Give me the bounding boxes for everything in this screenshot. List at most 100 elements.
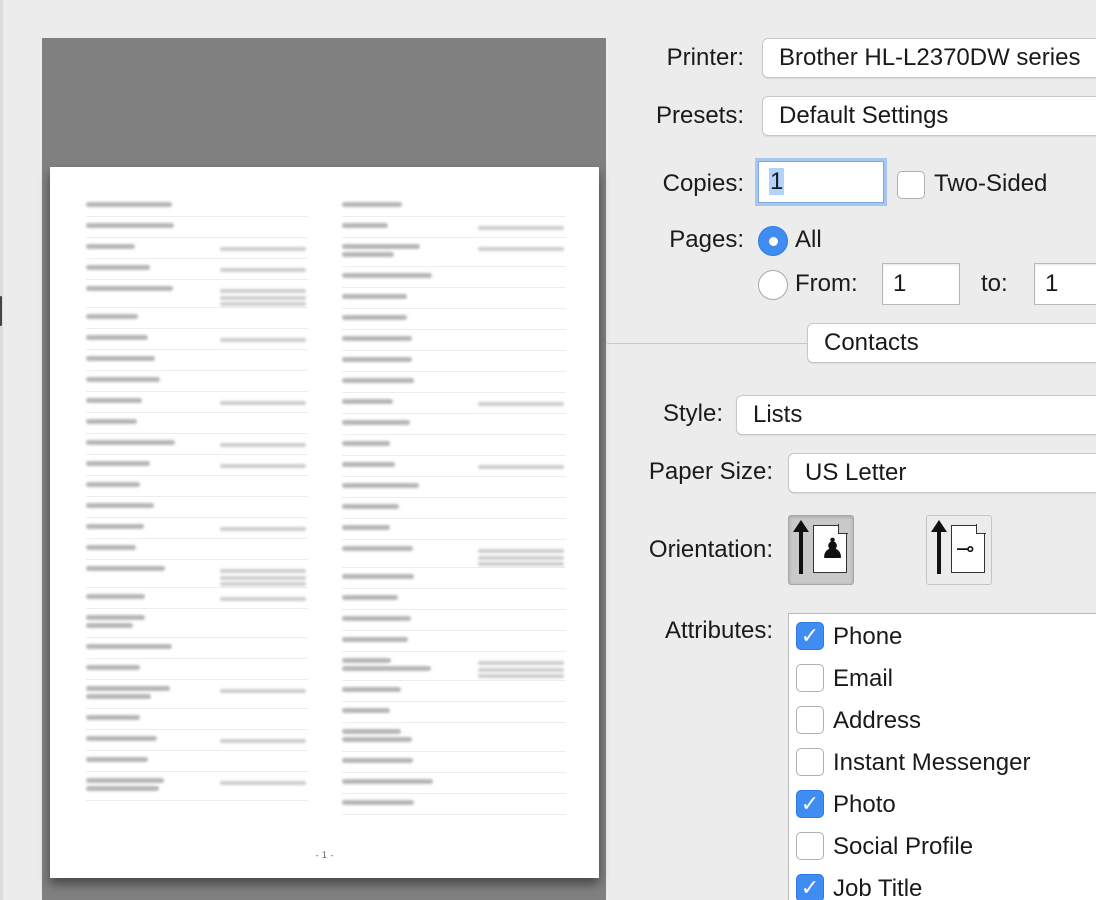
pages-from-field[interactable]: 1 [882,263,960,305]
preview-contact-row [86,223,308,238]
preview-contact-row [342,378,566,393]
preview-contact-name [342,658,391,663]
preview-contact-row [342,294,566,309]
pages-all-radio[interactable] [758,226,788,256]
style-label: Style: [662,400,723,427]
window-left-edge [0,0,3,900]
preview-contact-row [342,525,566,540]
preview-contact-phone [478,465,564,469]
preview-contact-row [86,594,308,609]
attribute-address-label: Address [833,707,922,734]
printer-popup[interactable]: Brother HL-L2370DW series [762,38,1096,78]
preview-contact-row [86,644,308,659]
copies-label: Copies: [662,170,744,197]
preview-contact-name [86,566,165,571]
preview-contact-row [342,273,566,288]
paper-size-popup[interactable]: US Letter [788,453,1096,493]
preview-contact-row [86,419,308,434]
preview-contact-name [342,504,399,509]
attribute-photo-checkbox[interactable]: ✓ [796,790,824,818]
preview-contact-name [342,462,395,467]
preview-contact-name [86,694,151,699]
preview-contact-phone [220,401,306,405]
orientation-portrait-button[interactable]: ♟ [788,515,854,585]
preview-contact-row [86,244,308,259]
preview-contact-phone [478,674,564,678]
preview-contact-row [342,336,566,351]
preview-contact-name [342,574,414,579]
attribute-email-checkbox[interactable] [796,664,824,692]
copies-field[interactable]: 1 [758,161,884,203]
preview-contact-name [86,398,142,403]
attribute-social-profile-checkbox[interactable] [796,832,824,860]
pages-to-field[interactable]: 1 [1034,263,1096,305]
preview-contact-row [86,715,308,730]
preview-contact-row [86,566,308,588]
preview-contact-phone [220,268,306,272]
orientation-landscape-button[interactable]: ⊸ [926,515,992,585]
preview-contact-row [342,546,566,568]
preview-contact-phone [220,338,306,342]
preview-contact-name [86,202,172,207]
preview-contact-phone [220,576,306,580]
preview-contact-name [342,637,408,642]
preview-contact-phone [220,302,306,306]
attribute-instant-messenger-checkbox[interactable] [796,748,824,776]
attribute-job-title-checkbox[interactable]: ✓ [796,874,824,900]
pages-from-label: From: [795,270,858,297]
portrait-page-icon: ♟ [813,524,848,573]
presets-popup[interactable]: Default Settings [762,96,1096,136]
preview-contact-phone [220,569,306,573]
preview-contact-name [86,545,136,550]
pages-from-radio[interactable] [758,270,788,300]
preview-contact-phone [220,781,306,785]
preview-contact-name [86,503,154,508]
attribute-job-title-label: Job Title [833,875,923,900]
preview-contact-row [86,265,308,280]
page-fold-icon [976,524,986,534]
preview-contact-row [342,202,566,217]
preview-contact-name [342,595,398,600]
preview-contact-name [342,546,413,551]
preview-contact-name [86,440,175,445]
preview-contact-row [86,503,308,518]
pages-to-label: to: [981,270,1008,297]
preview-contact-phone [220,527,306,531]
preview-contact-name [86,757,148,762]
preview-contact-row [86,778,308,801]
preview-contact-phone [478,247,564,251]
pages-label: Pages: [669,226,744,253]
preview-page-number: - 1 - [315,851,334,861]
preview-contact-row [342,708,566,723]
person-sideways-icon: ⊸ [956,537,975,562]
preview-contact-name [342,441,390,446]
preview-contact-row [342,779,566,794]
attributes-list: ✓ Phone Email Address Instant Messenger … [788,613,1096,900]
preview-contact-name [86,594,145,599]
preview-contact-name [86,335,148,340]
orientation-label: Orientation: [648,536,773,563]
preview-contact-name [86,665,140,670]
style-popup[interactable]: Lists [736,395,1096,435]
preview-contact-name [342,357,412,362]
attribute-address-checkbox[interactable] [796,706,824,734]
section-popup[interactable]: Contacts [807,323,1096,363]
preview-contact-row [342,658,566,681]
preview-contact-row [342,687,566,702]
attribute-phone-checkbox[interactable]: ✓ [796,622,824,650]
preview-contact-name [86,686,170,691]
copies-value: 1 [769,168,785,195]
preview-contact-name [342,666,431,671]
preview-contact-row [342,800,566,815]
attribute-email-label: Email [833,665,894,692]
preview-contact-name [86,461,150,466]
pages-all-label: All [795,226,822,253]
preview-contact-name [86,644,172,649]
preview-contact-row [86,398,308,413]
preview-contact-row [86,736,308,751]
preview-contact-phone [478,668,564,672]
two-sided-checkbox[interactable] [897,171,925,199]
preview-contact-row [86,314,308,329]
preview-contact-row [342,595,566,610]
preview-contact-name [86,524,144,529]
